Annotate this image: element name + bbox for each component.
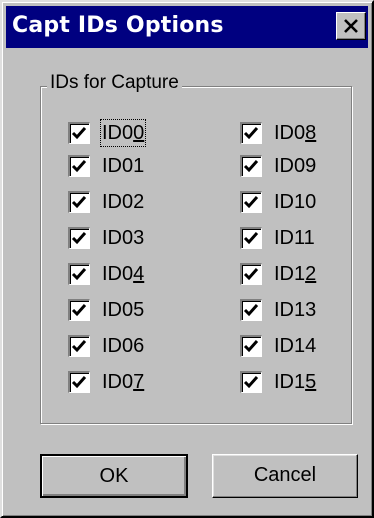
checkbox-box[interactable] [68,122,90,144]
check-icon [243,304,259,317]
check-icon [71,232,87,245]
checkbox-box[interactable] [240,227,262,249]
checkbox-label: ID02 [102,191,145,213]
checkbox-box[interactable] [68,263,90,285]
ok-button[interactable]: OK [40,454,188,498]
check-icon [243,127,259,140]
window-title: Capt IDs Options [12,13,224,38]
checkbox-label: ID15 [274,371,317,393]
checkbox-box[interactable] [240,122,262,144]
checkbox-label: ID14 [274,335,317,357]
close-icon [344,19,358,33]
check-icon [243,160,259,173]
checkbox-label: ID11 [274,227,315,249]
checkbox-box[interactable] [240,299,262,321]
checkbox-label: ID13 [274,299,317,321]
checkbox-box[interactable] [68,371,90,393]
checkbox-label: ID08 [274,122,317,144]
check-icon [243,268,259,281]
check-icon [243,376,259,389]
checkbox-box[interactable] [68,155,90,177]
checkbox-box[interactable] [240,335,262,357]
check-icon [71,268,87,281]
checkbox-label: ID07 [102,371,145,393]
checkbox-box[interactable] [240,191,262,213]
dialog-window: Capt IDs Options IDs for Capture ID00 ID… [0,0,374,518]
checkbox-label: ID10 [274,191,317,213]
checkbox-box[interactable] [68,191,90,213]
check-icon [71,376,87,389]
check-icon [71,340,87,353]
checkbox-label: ID00 [100,119,147,147]
checkbox-box[interactable] [68,335,90,357]
close-button[interactable] [336,12,366,40]
checkbox-box[interactable] [240,155,262,177]
title-bar[interactable]: Capt IDs Options [6,6,368,48]
checkbox-box[interactable] [68,227,90,249]
checkbox-box[interactable] [68,299,90,321]
check-icon [71,304,87,317]
check-icon [243,232,259,245]
check-icon [71,127,87,140]
checkbox-label: ID04 [102,263,145,285]
checkbox-label: ID01 [102,155,145,177]
checkbox-box[interactable] [240,263,262,285]
checkbox-label: ID12 [274,263,317,285]
checkbox-label: ID03 [102,227,145,249]
checkbox-label: ID06 [102,335,145,357]
checkbox-label: ID09 [274,155,317,177]
group-label: IDs for Capture [47,71,182,95]
checkbox-box[interactable] [240,371,262,393]
cancel-button[interactable]: Cancel [212,454,358,498]
check-icon [71,160,87,173]
check-icon [243,340,259,353]
checkbox-label: ID05 [102,299,145,321]
check-icon [71,196,87,209]
check-icon [243,196,259,209]
